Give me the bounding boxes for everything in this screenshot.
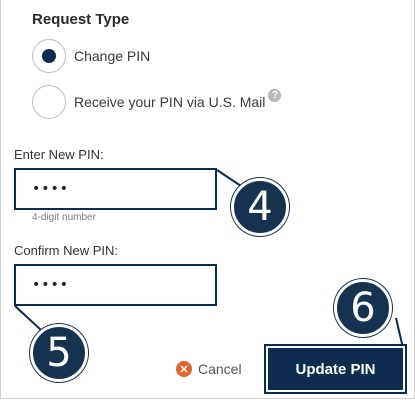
radio-option-change-pin[interactable]: Change PIN bbox=[32, 39, 150, 73]
new-pin-label: Enter New PIN: bbox=[14, 147, 104, 162]
request-type-heading: Request Type bbox=[32, 11, 130, 28]
update-pin-button[interactable]: Update PIN bbox=[264, 344, 407, 394]
callout-5-connector bbox=[14, 305, 42, 331]
radio-button-change-pin[interactable] bbox=[32, 39, 66, 73]
cancel-label: Cancel bbox=[198, 361, 242, 377]
confirm-pin-field[interactable] bbox=[14, 264, 217, 306]
confirm-pin-label: Confirm New PIN: bbox=[14, 243, 119, 258]
new-pin-hint: 4-digit number bbox=[32, 212, 96, 223]
callout-6-connector bbox=[395, 317, 404, 349]
callout-badge-5: 5 bbox=[30, 324, 88, 382]
help-icon[interactable]: ? bbox=[268, 88, 282, 102]
callout-4-connector bbox=[216, 169, 242, 187]
callout-badge-4: 4 bbox=[231, 178, 289, 236]
cancel-icon: ✕ bbox=[176, 361, 192, 377]
callout-badge-6: 6 bbox=[334, 279, 392, 337]
confirm-pin-input[interactable] bbox=[32, 269, 212, 301]
cancel-button[interactable]: ✕ Cancel bbox=[176, 361, 242, 377]
new-pin-field[interactable] bbox=[14, 168, 217, 210]
radio-button-mail-pin[interactable] bbox=[32, 85, 66, 119]
request-type-panel: Request Type Change PIN Receive your PIN… bbox=[0, 0, 415, 399]
radio-label-mail-pin: Receive your PIN via U.S. Mail bbox=[74, 94, 266, 110]
new-pin-input[interactable] bbox=[32, 173, 212, 205]
radio-option-mail-pin[interactable]: Receive your PIN via U.S. Mail ? bbox=[32, 85, 282, 119]
radio-label-change-pin: Change PIN bbox=[74, 48, 151, 64]
